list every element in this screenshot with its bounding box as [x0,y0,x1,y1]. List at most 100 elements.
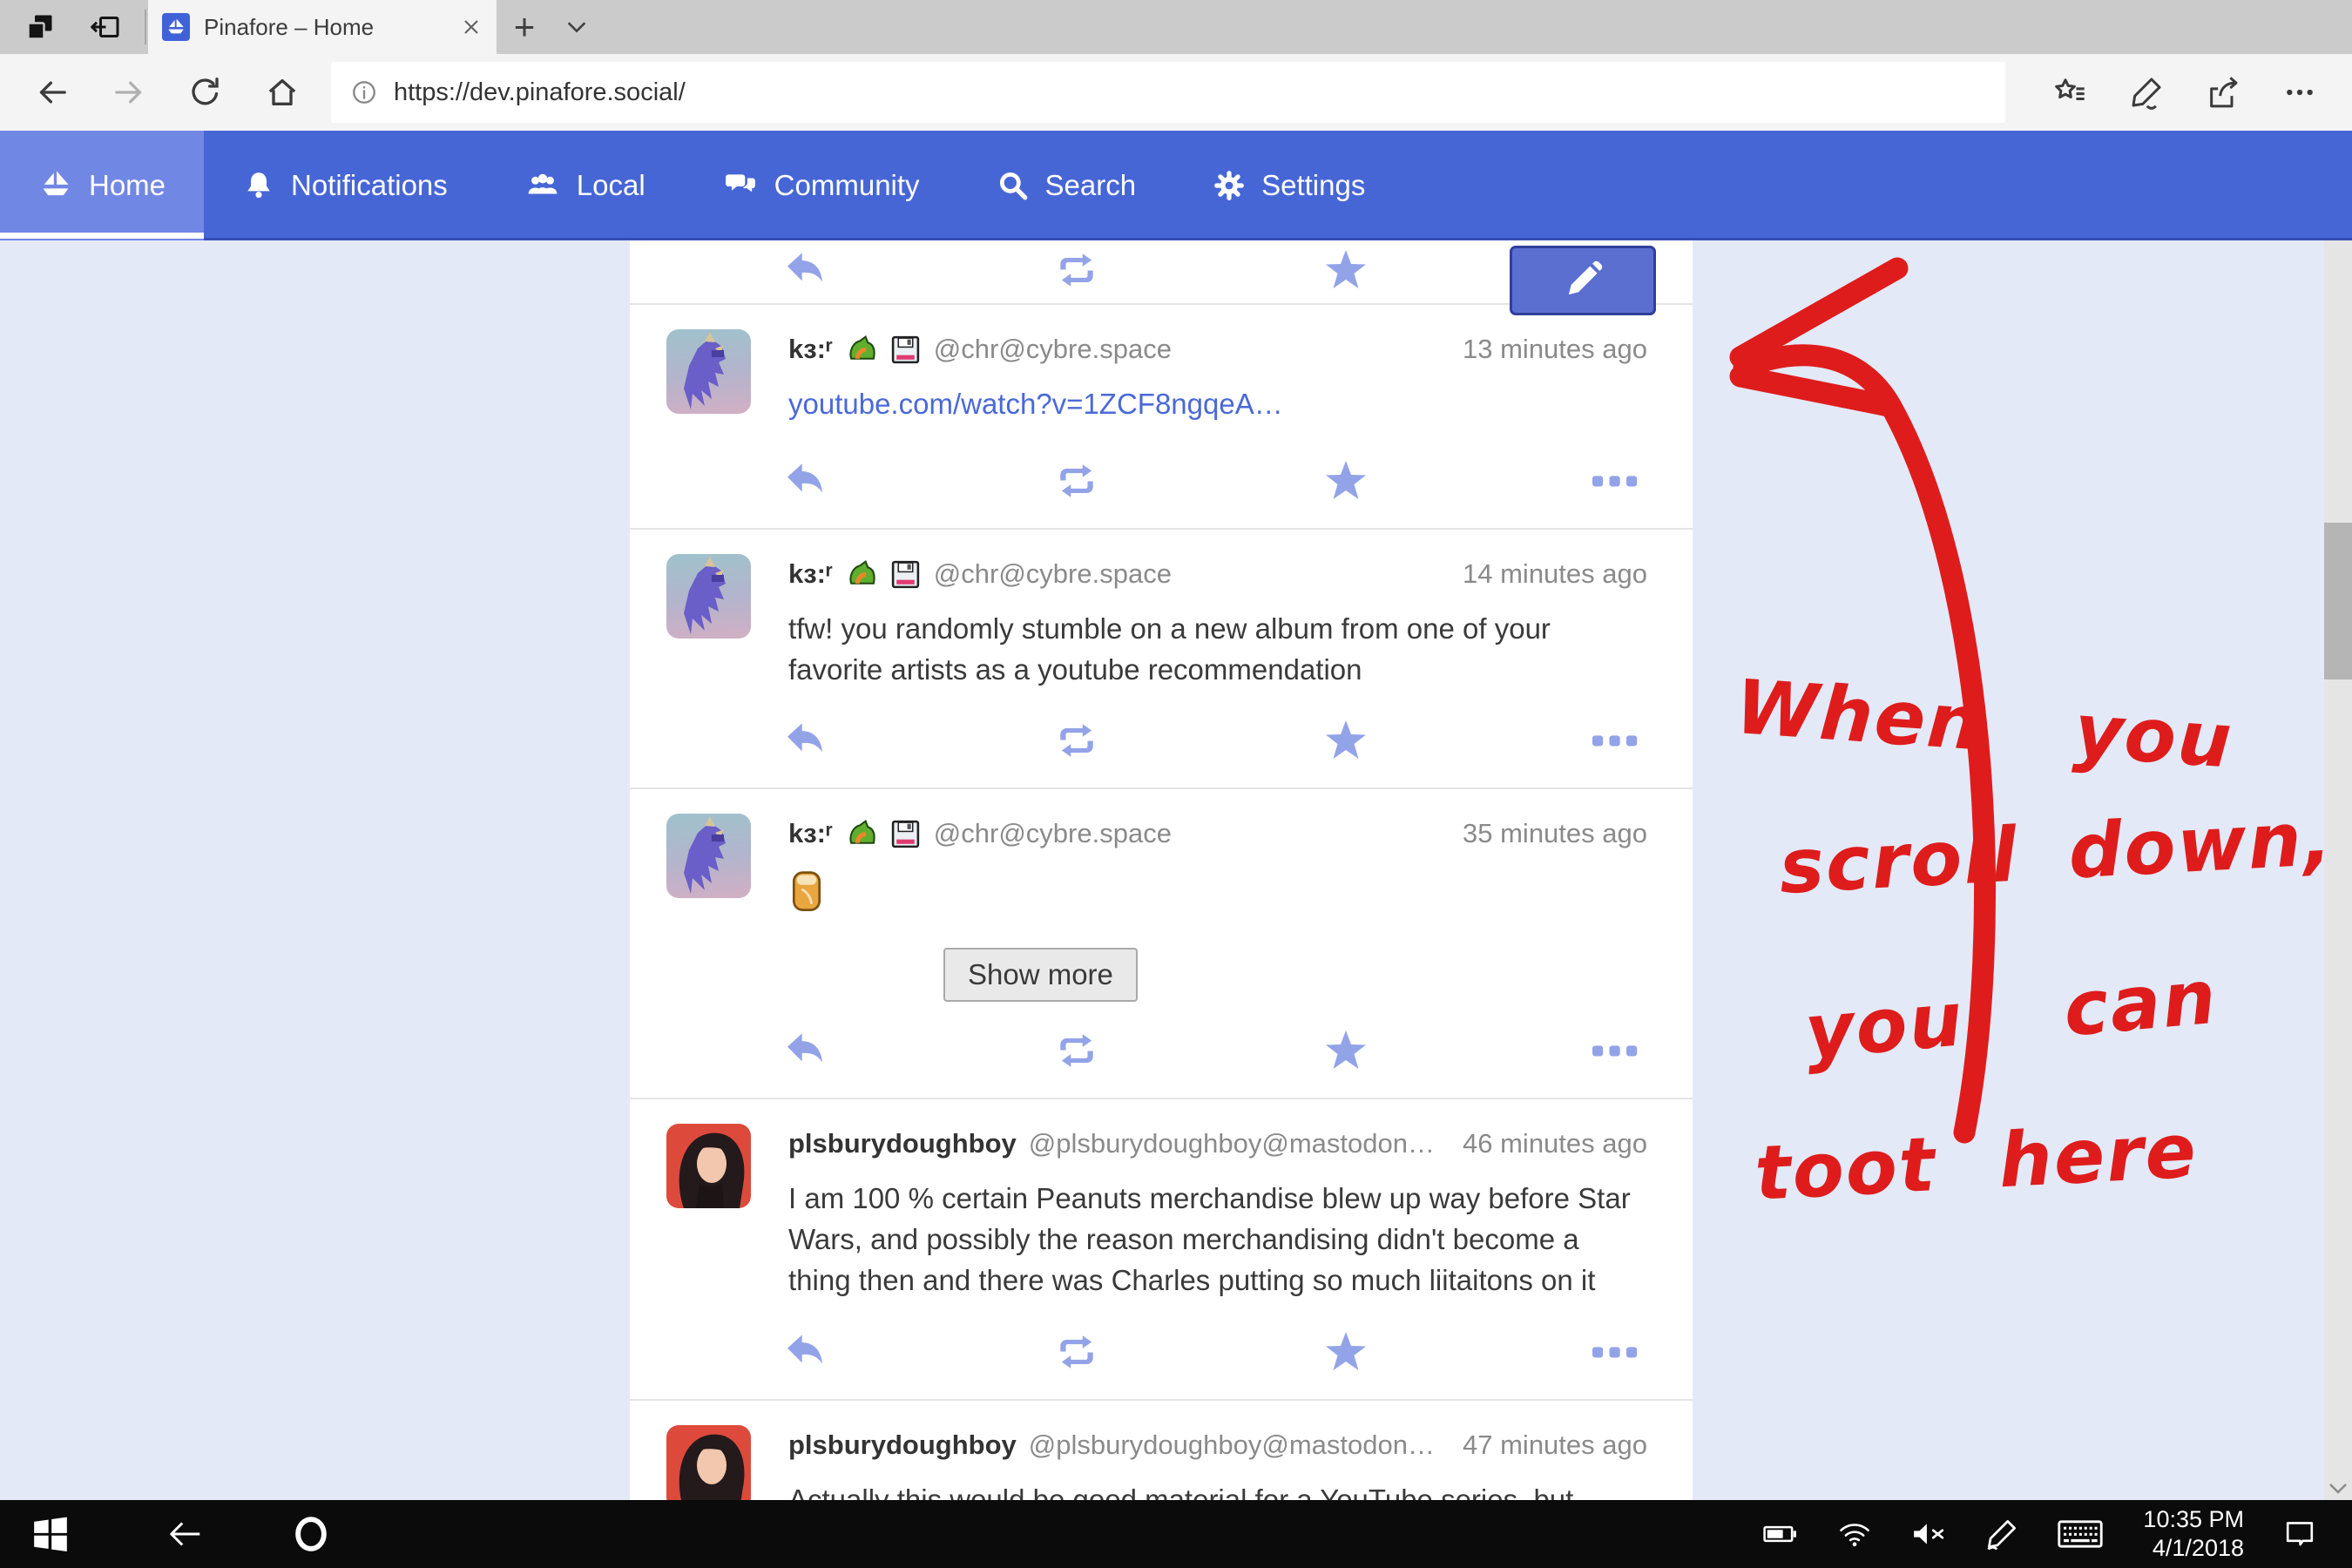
action-center-icon [2284,1518,2315,1550]
toot-username[interactable]: kз:ʳ [788,817,833,850]
toot-handle: @chr@cybre.space [934,817,1172,850]
nav-item-notifications[interactable]: Notifications [204,131,486,240]
avatar[interactable] [666,1425,751,1500]
portrait-avatar-art [666,1425,751,1500]
toot-more-button[interactable] [1590,1030,1640,1071]
home-button[interactable] [244,61,321,124]
dragon-avatar-art [666,554,751,639]
toot-username[interactable]: kз:ʳ [788,333,833,366]
boost-button[interactable] [1051,1030,1102,1071]
tab-title: Pinafore – Home [204,14,444,41]
tab-strip-left-controls [0,0,145,54]
avatar[interactable] [666,814,751,898]
cortana-button[interactable] [272,1500,350,1568]
refresh-button[interactable] [167,61,244,124]
favorite-button[interactable] [1321,460,1371,502]
floppy-disk-emoji [889,818,922,850]
avatar[interactable] [666,554,751,639]
nav-item-settings[interactable]: Settings [1174,131,1403,240]
pen-settings-button[interactable] [1986,1518,2017,1550]
toot: plsburydoughboy @plsburydoughboy@mastodo… [630,1401,1693,1500]
tab-preview-button[interactable] [87,10,122,44]
back-arrow-icon [166,1517,205,1551]
toot-more-button[interactable] [1590,720,1640,761]
boost-icon [1054,251,1099,289]
new-tab-button[interactable]: + [497,0,552,54]
favorite-button[interactable] [1321,249,1371,291]
avatar[interactable] [666,329,751,414]
toot-text: I am 100 % certain Peanuts merchandise b… [788,1182,1631,1296]
favorites-hub-button[interactable] [2031,61,2108,124]
pen-notes-icon [2129,75,2164,110]
toot-timestamp: 35 minutes ago [1450,817,1647,850]
show-more-button[interactable]: Show more [943,948,1138,1002]
pinafore-navbar: Home Notifications Local Community [0,131,2352,240]
back-button[interactable] [14,61,91,124]
favorite-button[interactable] [1321,1030,1371,1071]
toot-username[interactable]: plsburydoughboy [788,1127,1017,1160]
close-icon [461,17,482,37]
forward-button[interactable] [91,61,167,124]
nav-item-community[interactable]: Community [684,131,958,240]
nav-item-search[interactable]: Search [958,131,1175,240]
reply-button[interactable] [782,249,833,291]
scrollbar-thumb[interactable] [2324,523,2352,679]
reply-button[interactable] [782,460,833,502]
portrait-avatar-art [666,1124,751,1208]
taskbar-back-button[interactable] [146,1500,225,1568]
boost-button[interactable] [1051,460,1102,502]
toot-header: kз:ʳ @chr@cybre.space 14 minutes ago [630,530,1693,591]
toot: kз:ʳ @chr@cybre.space 14 minutes ago tfw… [630,530,1693,789]
tab-preview-icon [89,11,120,43]
boost-button[interactable] [1051,1331,1102,1373]
tab-list-dropdown-button[interactable] [552,0,601,54]
reply-button[interactable] [782,720,833,761]
star-icon [1324,460,1368,502]
nav-item-local[interactable]: Local [486,131,684,240]
boost-icon [1054,1333,1099,1371]
dragon-emoji [845,334,877,366]
boost-button[interactable] [1051,249,1102,291]
star-icon [1324,1331,1368,1373]
web-notes-button[interactable] [2108,61,2185,124]
toot-timestamp: 47 minutes ago [1450,1429,1647,1462]
scroll-down-arrow-icon[interactable] [2328,1483,2348,1495]
toot-text: Actually this would be good material for… [788,1484,1573,1500]
browser-toolbar: https://dev.pinafore.social/ [0,54,2352,131]
sailboat-home-icon [38,168,73,203]
wifi-icon [1838,1521,1871,1547]
toot-content: I am 100 % certain Peanuts merchandise b… [630,1160,1693,1301]
ellipsis-icon [1592,1345,1638,1359]
set-tabs-aside-button[interactable] [23,10,57,44]
battery-status-button[interactable] [1763,1524,1798,1544]
boost-button[interactable] [1051,720,1102,761]
toot-link[interactable]: youtube.com/watch?v=1ZCF8ngqeA… [788,388,1283,420]
action-center-button[interactable] [2284,1518,2315,1550]
toot-handle: @plsburydoughboy@mastodon.s… [1029,1127,1438,1160]
more-options-button[interactable] [2261,61,2338,124]
toot-more-button[interactable] [1590,460,1640,502]
address-bar[interactable]: https://dev.pinafore.social/ [331,62,2005,123]
reply-button[interactable] [782,1030,833,1071]
touch-keyboard-button[interactable] [2058,1519,2103,1549]
favorite-button[interactable] [1321,1331,1371,1373]
nav-item-home[interactable]: Home [0,131,204,240]
start-button[interactable] [16,1500,85,1568]
taskbar-clock[interactable]: 10:35 PM 4/1/2018 [2143,1505,2244,1563]
toot-actions [782,720,1640,761]
toot-timestamp: 13 minutes ago [1450,333,1647,366]
wifi-status-button[interactable] [1838,1521,1871,1547]
toot-username[interactable]: kз:ʳ [788,558,833,591]
dragon-avatar-art [666,814,751,898]
toot-more-button[interactable] [1590,1331,1640,1373]
compose-toot-button[interactable] [1510,246,1656,315]
tab-close-button[interactable] [458,14,484,40]
toot-username[interactable]: plsburydoughboy [788,1429,1017,1462]
volume-muted-button[interactable] [1911,1521,1946,1547]
reply-button[interactable] [782,1331,833,1373]
browser-tab-pinafore[interactable]: Pinafore – Home [148,0,497,54]
avatar[interactable] [666,1124,751,1208]
share-button[interactable] [2185,61,2261,124]
favorite-button[interactable] [1321,720,1371,761]
browser-scrollbar[interactable] [2324,240,2352,1500]
